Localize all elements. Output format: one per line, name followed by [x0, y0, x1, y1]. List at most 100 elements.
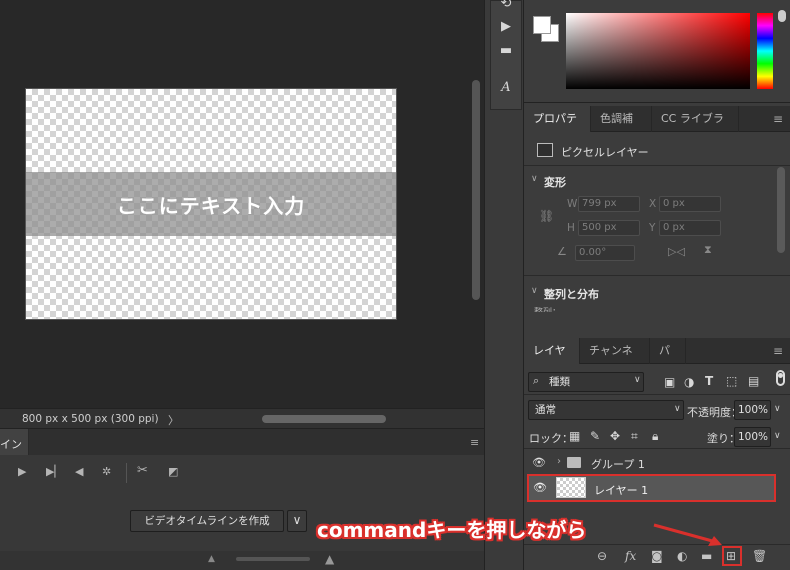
menu-icon[interactable]: ≡	[470, 436, 479, 449]
audio-icon[interactable]: ◀	[75, 465, 83, 478]
tab-adjustments[interactable]: 色調補正	[591, 106, 652, 151]
folder-icon[interactable]: ▬	[701, 549, 712, 563]
y-label: Y	[649, 222, 656, 234]
angle-field[interactable]: 0.00°	[575, 245, 635, 261]
chevron-down-icon[interactable]: ∨	[531, 286, 538, 296]
divider	[524, 448, 790, 449]
transform-section-title[interactable]: 変形	[544, 174, 566, 190]
divider	[524, 165, 790, 166]
settings-gear-icon[interactable]: ✲	[102, 465, 111, 478]
layer-name[interactable]: レイヤー 1	[594, 482, 648, 498]
status-expand-icon[interactable]: 〉	[168, 412, 179, 428]
eye-icon[interactable]: 👁︎	[532, 456, 546, 469]
zoom-slider[interactable]	[236, 557, 310, 561]
foreground-color-swatch[interactable]	[533, 16, 551, 34]
tab-layers[interactable]: レイヤー	[524, 338, 580, 383]
step-forward-icon[interactable]: ▶▏	[46, 465, 63, 478]
menu-icon[interactable]: ≡	[773, 112, 783, 126]
fx-icon[interactable]: fx	[625, 549, 636, 563]
chevron-down-icon: ∨	[634, 375, 641, 385]
character-icon[interactable]: A	[498, 80, 514, 95]
lock-position-icon[interactable]: ✥	[610, 429, 620, 443]
layer-type-label: ピクセルレイヤー	[561, 146, 649, 159]
height-field[interactable]: 500 px	[578, 220, 640, 236]
horizontal-scrollbar[interactable]	[262, 415, 386, 423]
timeline-mode-dropdown[interactable]: ∨	[287, 510, 307, 532]
width-field[interactable]: 799 px	[578, 196, 640, 212]
vertical-scrollbar[interactable]	[472, 80, 480, 300]
properties-tabbar: プロパティ 色調補正 CC ライブラリ ≡	[524, 106, 790, 151]
search-icon: ⌕	[533, 374, 540, 387]
properties-scrollbar[interactable]	[777, 167, 785, 253]
layer-filter-kind[interactable]: 種類	[528, 372, 644, 392]
panel-scroll-handle[interactable]	[778, 10, 786, 22]
chevron-down-icon[interactable]: ∨	[774, 431, 781, 441]
tab-timeline[interactable]: イン	[0, 429, 29, 455]
filter-toggle[interactable]	[776, 370, 785, 386]
adjustment-icon[interactable]: ◐	[677, 549, 687, 563]
actions-play-icon[interactable]: ▶	[498, 19, 514, 34]
tab-channels[interactable]: チャンネル	[580, 338, 650, 383]
lock-paint-icon[interactable]: ✎	[590, 429, 600, 443]
trash-icon[interactable]: 🗑︎	[752, 549, 767, 563]
timeline-tabbar	[29, 429, 484, 455]
x-label: X	[649, 198, 657, 210]
align-section-title[interactable]: 整列と分布	[544, 286, 599, 302]
y-field[interactable]: 0 px	[659, 220, 721, 236]
play-icon[interactable]: ▶	[18, 465, 26, 478]
fill-field[interactable]: 100%	[734, 427, 771, 447]
filter-adjustment-icon[interactable]: ◑	[684, 375, 694, 389]
scissors-icon[interactable]: ✂	[137, 463, 148, 478]
document-size-status: 800 px x 500 px (300 ppi)	[22, 413, 159, 425]
chevron-right-icon[interactable]: ›	[557, 456, 561, 467]
chevron-down-icon[interactable]: ∨	[531, 174, 538, 184]
menu-icon[interactable]: ≡	[773, 344, 783, 358]
lock-all-icon[interactable]: 🔒︎	[652, 429, 658, 444]
toolbar-divider	[126, 463, 127, 483]
timeline-panel: イン ≡ ▶ ▶▏ ◀ ✲ ✂ ◩ ビデオタイムラインを作成 ∨ ▲ ▲	[0, 428, 484, 570]
tab-cc-libraries[interactable]: CC ライブラリ	[652, 106, 739, 151]
chevron-down-icon[interactable]: ∨	[774, 404, 781, 414]
layer-row-group[interactable]	[524, 450, 776, 474]
zoom-in-icon[interactable]: ▲	[325, 552, 334, 566]
link-layers-icon[interactable]: ⊖	[597, 549, 607, 563]
eye-icon[interactable]: 👁︎	[533, 481, 547, 494]
annotation-callout: commandキーを押しながら	[317, 518, 587, 542]
history-icon[interactable]: ⟲	[498, 0, 514, 11]
properties-panel: ピクセルレイヤー ∨ 変形 W 799 px X 0 px ⛓ H 500 px…	[524, 133, 790, 335]
hue-slider[interactable]	[757, 13, 773, 89]
blend-mode-value: 通常	[535, 404, 556, 416]
timeline-footer: ▲ ▲	[0, 551, 484, 570]
lock-artboard-icon[interactable]: ⌗	[631, 429, 638, 444]
lock-label: ロック：	[529, 432, 573, 445]
text-layer-content: ここにテキスト入力	[116, 193, 306, 218]
document-canvas[interactable]: ここにテキスト入力	[25, 88, 397, 320]
flip-horizontal-icon[interactable]: ▷◁	[668, 245, 685, 258]
comments-icon[interactable]: ▬	[498, 43, 514, 58]
lock-transparent-icon[interactable]: ▦	[569, 429, 580, 443]
mask-icon[interactable]: ◙	[651, 549, 663, 563]
create-video-timeline-button[interactable]: ビデオタイムラインを作成	[130, 510, 284, 532]
h-label: H	[567, 222, 575, 234]
x-field[interactable]: 0 px	[659, 196, 721, 212]
filter-pixel-icon[interactable]: ▣	[664, 375, 675, 389]
pixel-layer-icon	[537, 143, 553, 157]
filter-shape-icon[interactable]: ⬚	[726, 374, 737, 388]
color-field[interactable]	[566, 13, 750, 89]
angle-icon: ∠	[557, 245, 567, 258]
filter-smartobject-icon[interactable]: ▤	[748, 374, 759, 388]
tab-properties[interactable]: プロパティ	[524, 106, 591, 151]
transition-icon[interactable]: ◩	[168, 465, 178, 478]
annotation-arrow	[653, 523, 722, 546]
group-name[interactable]: グループ 1	[591, 456, 645, 472]
zoom-out-icon[interactable]: ▲	[208, 554, 215, 564]
link-icon[interactable]: ⛓	[539, 209, 554, 223]
blend-mode-select[interactable]: 通常	[528, 400, 684, 420]
chevron-down-icon: ∨	[674, 404, 681, 414]
folder-icon	[567, 457, 581, 468]
tab-timeline-label: イン	[0, 438, 22, 451]
flip-vertical-icon[interactable]: ⧗	[704, 243, 712, 257]
tab-paths[interactable]: パス	[650, 338, 686, 383]
filter-type-icon[interactable]: T	[705, 374, 713, 388]
opacity-field[interactable]: 100%	[734, 400, 771, 420]
